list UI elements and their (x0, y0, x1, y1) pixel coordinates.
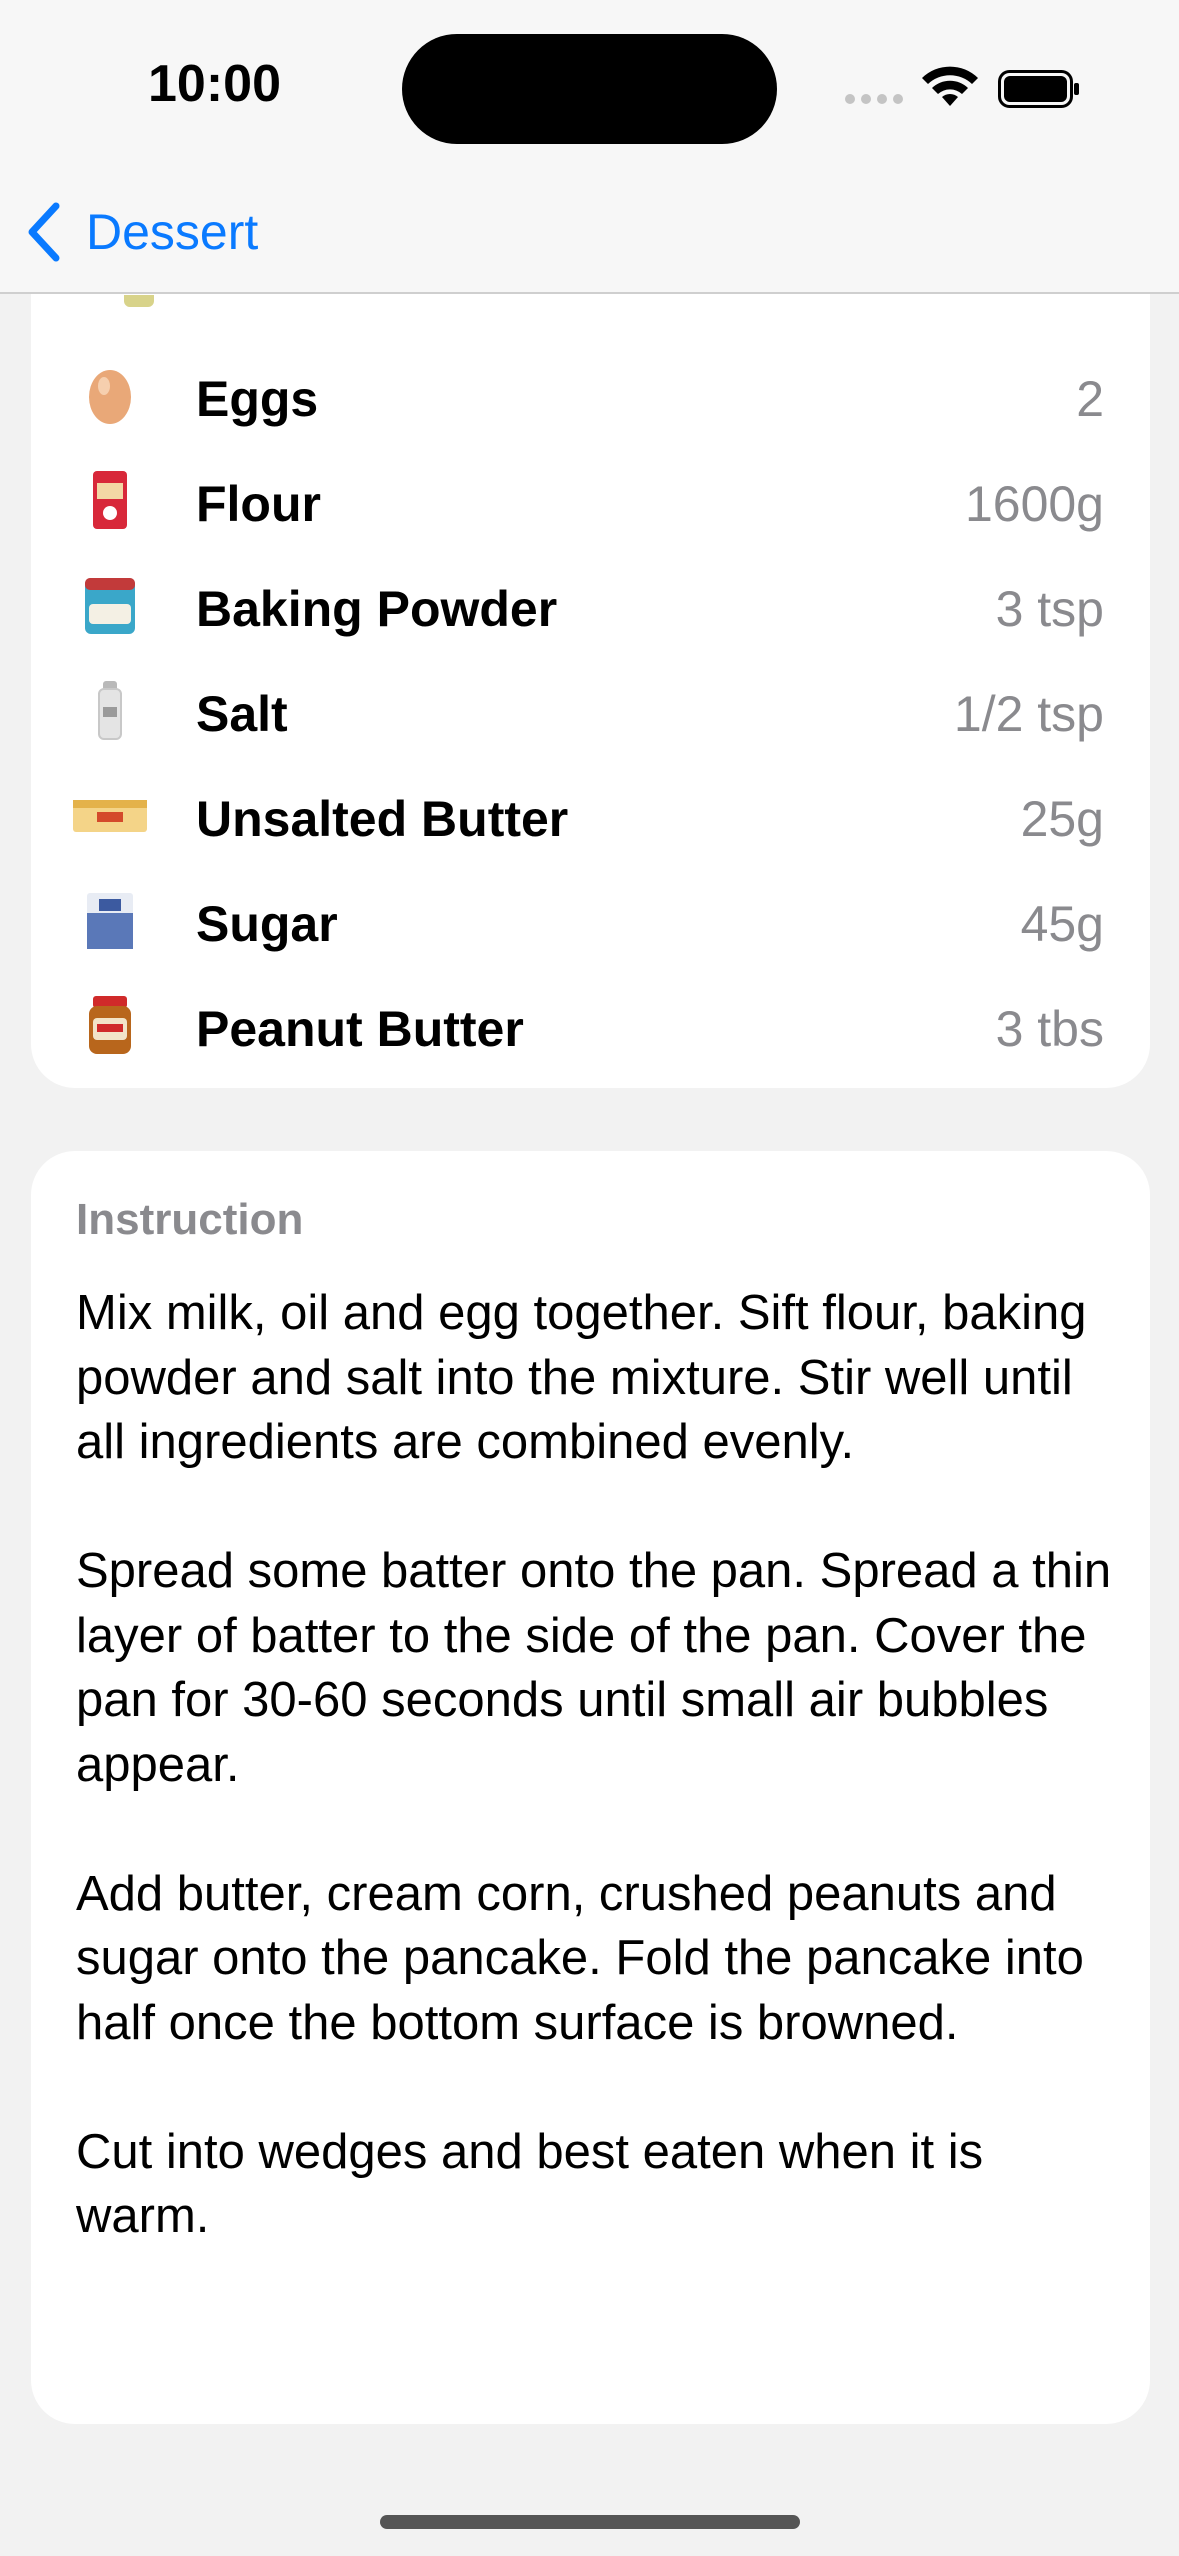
egg-icon (89, 370, 131, 424)
ingredient-name: Baking Powder (196, 581, 558, 637)
cellular-dots-icon (845, 94, 905, 106)
ingredient-row-eggs: Eggs 2 (31, 342, 1150, 447)
baking-powder-icon (85, 578, 135, 634)
instruction-body: Mix milk, oil and egg together. Sift flo… (76, 1281, 1116, 2313)
recipe-detail-screen: 10:00 Eggs 2 Flour 1600g Baking Powder 3… (0, 0, 1179, 2556)
instruction-heading: Instruction (76, 1195, 304, 1244)
sugar-icon (87, 893, 133, 949)
ingredient-row-salt: Salt 1/2 tsp (31, 657, 1150, 762)
ingredient-row-peanut-butter: Peanut Butter 3 tbs (31, 972, 1150, 1077)
ingredient-quantity: 2 (1076, 371, 1104, 427)
status-bar: 10:00 (0, 0, 1179, 175)
ingredient-row-sugar: Sugar 45g (31, 867, 1150, 972)
ingredients-card: Eggs 2 Flour 1600g Baking Powder 3 tsp S… (31, 200, 1150, 1088)
ingredient-quantity: 3 tsp (995, 581, 1104, 637)
ingredient-quantity: 1/2 tsp (953, 686, 1104, 742)
ingredient-row-baking-powder: Baking Powder 3 tsp (31, 552, 1150, 657)
ingredient-name: Sugar (196, 896, 338, 952)
battery-full-icon (998, 70, 1079, 108)
flour-icon (93, 471, 127, 529)
ingredient-quantity: 1600g (964, 476, 1104, 532)
instruction-paragraph: Cut into wedges and best eaten when it i… (76, 2124, 984, 2244)
dynamic-island (402, 34, 777, 144)
back-button[interactable]: Dessert (26, 197, 258, 267)
instruction-paragraph: Mix milk, oil and egg together. Sift flo… (76, 1286, 1087, 1469)
ingredient-quantity: 3 tbs (995, 1001, 1104, 1057)
navigation-bar: Dessert (0, 175, 1179, 294)
ingredient-name: Flour (196, 476, 321, 532)
status-time: 10:00 (148, 55, 281, 113)
ingredient-quantity: 25g (1020, 791, 1104, 847)
ingredient-name: Eggs (196, 371, 319, 427)
chevron-left-icon (28, 202, 60, 262)
ingredient-row-unsalted-butter: Unsalted Butter 25g (31, 762, 1150, 867)
salt-icon (98, 681, 122, 740)
butter-icon (73, 800, 147, 832)
peanut-butter-icon (89, 996, 131, 1054)
instruction-paragraph: Spread some batter onto the pan. Spread … (76, 1544, 1112, 1792)
home-indicator[interactable] (380, 2515, 800, 2529)
ingredient-name: Peanut Butter (196, 1001, 524, 1057)
ingredient-name: Salt (196, 686, 288, 742)
instruction-paragraph: Add butter, cream corn, crushed peanuts … (76, 1866, 1084, 2050)
back-button-label: Dessert (86, 204, 259, 260)
ingredient-name: Unsalted Butter (196, 791, 569, 847)
partially-visible-ingredient-icon (124, 295, 154, 307)
instruction-card: Instruction Mix milk, oil and egg togeth… (31, 1151, 1150, 2424)
wifi-icon (922, 66, 978, 106)
ingredient-quantity: 45g (1020, 896, 1104, 952)
ingredient-row-flour: Flour 1600g (31, 447, 1150, 552)
